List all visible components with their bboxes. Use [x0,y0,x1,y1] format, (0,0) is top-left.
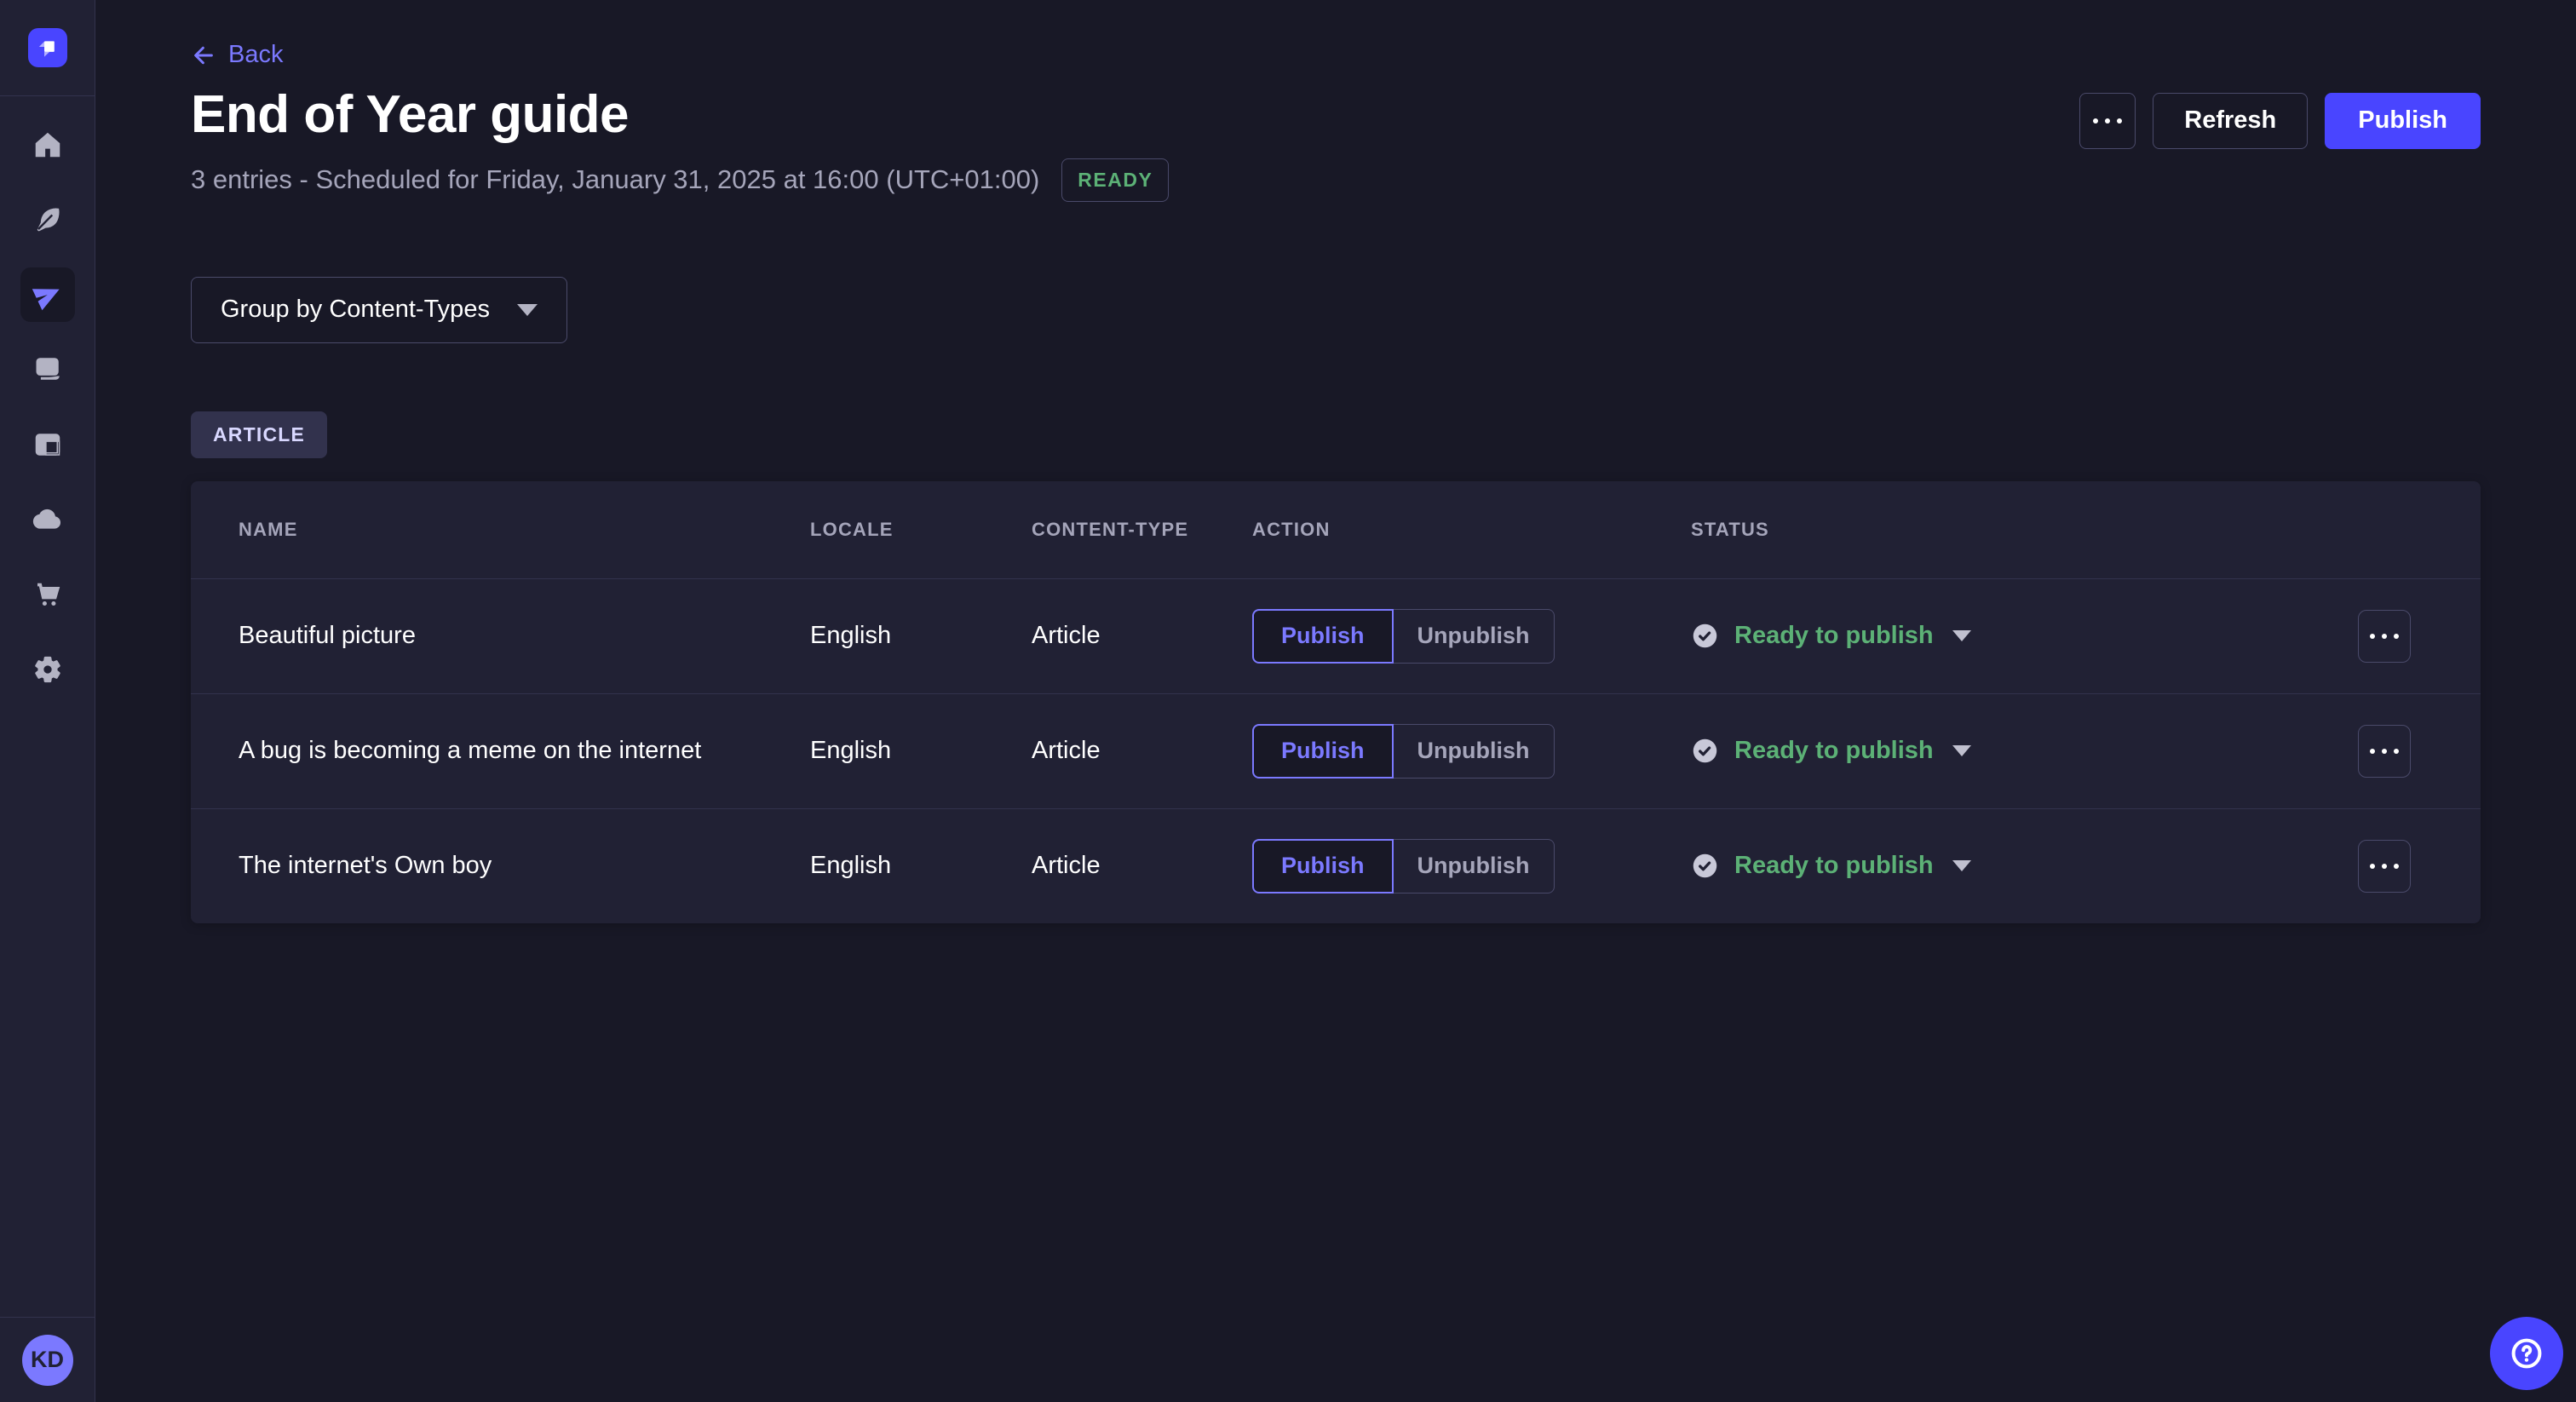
sidebar-item-settings[interactable] [20,642,75,697]
table-body: Beautiful picture English Article Publis… [191,578,2481,923]
column-header-locale: LOCALE [810,519,1032,541]
column-header-status: STATUS [1691,519,2331,541]
media-library-icon [32,354,63,385]
action-segmented-control: Publish Unpublish [1252,839,1555,893]
publish-action-button[interactable]: Publish [1252,724,1394,779]
chevron-down-icon [517,304,538,316]
publish-action-button[interactable]: Publish [1252,609,1394,664]
sidebar-item-media-library[interactable] [20,342,75,397]
paper-plane-icon [27,274,68,315]
ellipsis-icon [2370,864,2399,869]
entry-locale: English [810,737,1032,765]
column-header-content-type: CONTENT-TYPE [1032,519,1252,541]
arrow-left-icon [191,43,216,68]
home-icon [32,129,63,160]
sidebar-item-home[interactable] [20,118,75,172]
entry-content-type: Article [1032,622,1252,650]
status-badge: READY [1061,158,1169,202]
check-circle-icon [1691,622,1719,650]
content-type-badge: ARTICLE [191,411,327,458]
cloud-icon [32,504,63,535]
chevron-down-icon[interactable] [1952,630,1971,641]
help-button[interactable] [2490,1317,2563,1390]
status-label: Ready to publish [1734,737,1934,765]
column-header-action: ACTION [1252,519,1691,541]
entries-table: NAME LOCALE CONTENT-TYPE ACTION STATUS B… [191,481,2481,923]
sidebar-footer: KD [0,1317,95,1402]
row-more-button[interactable] [2358,840,2411,893]
page-title: End of Year guide [191,84,1169,145]
refresh-button[interactable]: Refresh [2153,93,2308,149]
header-actions: Refresh Publish [2079,93,2481,149]
entry-name: A bug is becoming a meme on the internet [239,737,810,765]
strapi-logo-glyph [33,33,62,62]
table-header-row: NAME LOCALE CONTENT-TYPE ACTION STATUS [191,481,2481,578]
entry-content-type: Article [1032,737,1252,765]
sidebar-item-cloud[interactable] [20,492,75,547]
check-circle-icon [1691,737,1719,765]
entry-content-type: Article [1032,852,1252,880]
header-more-button[interactable] [2079,93,2136,149]
entry-action-cell: Publish Unpublish [1252,724,1691,779]
entry-more-cell [2331,725,2433,778]
chevron-down-icon[interactable] [1952,860,1971,871]
group-badge-row: ARTICLE [191,411,2481,458]
entry-status-cell: Ready to publish [1691,852,2331,880]
title-block: End of Year guide 3 entries - Scheduled … [191,84,1169,202]
header-row: End of Year guide 3 entries - Scheduled … [191,84,2481,202]
gear-icon [32,654,63,685]
group-by-label: Group by Content-Types [221,296,490,324]
status-label: Ready to publish [1734,622,1934,650]
entry-status-cell: Ready to publish [1691,622,2331,650]
unpublish-action-button[interactable]: Unpublish [1394,724,1555,779]
table-row: A bug is becoming a meme on the internet… [191,693,2481,808]
logo-area [0,0,95,96]
strapi-logo[interactable] [28,28,67,67]
entry-name: Beautiful picture [239,622,810,650]
table-row: The internet's Own boy English Article P… [191,808,2481,923]
sidebar-item-content-type-builder[interactable] [20,417,75,472]
entry-status-cell: Ready to publish [1691,737,2331,765]
column-header-name: NAME [239,519,810,541]
question-mark-icon [2508,1335,2545,1372]
unpublish-action-button[interactable]: Unpublish [1394,609,1555,664]
unpublish-action-button[interactable]: Unpublish [1394,839,1555,893]
action-segmented-control: Publish Unpublish [1252,724,1555,779]
status-label: Ready to publish [1734,852,1934,880]
row-more-button[interactable] [2358,725,2411,778]
row-more-button[interactable] [2358,610,2411,663]
main-content: Back End of Year guide 3 entries - Sched… [95,0,2576,1402]
entry-more-cell [2331,840,2433,893]
back-link[interactable]: Back [191,41,283,69]
sidebar-item-marketplace[interactable] [20,567,75,622]
main-nav [20,118,75,697]
feather-icon [32,204,63,235]
ellipsis-icon [2370,749,2399,754]
entry-more-cell [2331,610,2433,663]
sidebar: KD [0,0,95,1402]
publish-button[interactable]: Publish [2325,93,2481,149]
ellipsis-icon [2370,634,2399,639]
ellipsis-icon [2093,118,2122,124]
check-circle-icon [1691,852,1719,880]
group-by-dropdown[interactable]: Group by Content-Types [191,277,567,343]
chevron-down-icon[interactable] [1952,745,1971,756]
sidebar-item-releases[interactable] [20,267,75,322]
page-subtitle: 3 entries - Scheduled for Friday, Januar… [191,164,1039,195]
publish-action-button[interactable]: Publish [1252,839,1394,893]
entry-locale: English [810,622,1032,650]
entry-locale: English [810,852,1032,880]
avatar[interactable]: KD [22,1335,73,1386]
entry-action-cell: Publish Unpublish [1252,609,1691,664]
entry-name: The internet's Own boy [239,852,810,880]
action-segmented-control: Publish Unpublish [1252,609,1555,664]
entry-action-cell: Publish Unpublish [1252,839,1691,893]
cart-icon [32,579,63,610]
layout-icon [32,429,63,460]
sidebar-item-content-manager[interactable] [20,192,75,247]
back-label: Back [228,41,283,69]
table-row: Beautiful picture English Article Publis… [191,578,2481,693]
